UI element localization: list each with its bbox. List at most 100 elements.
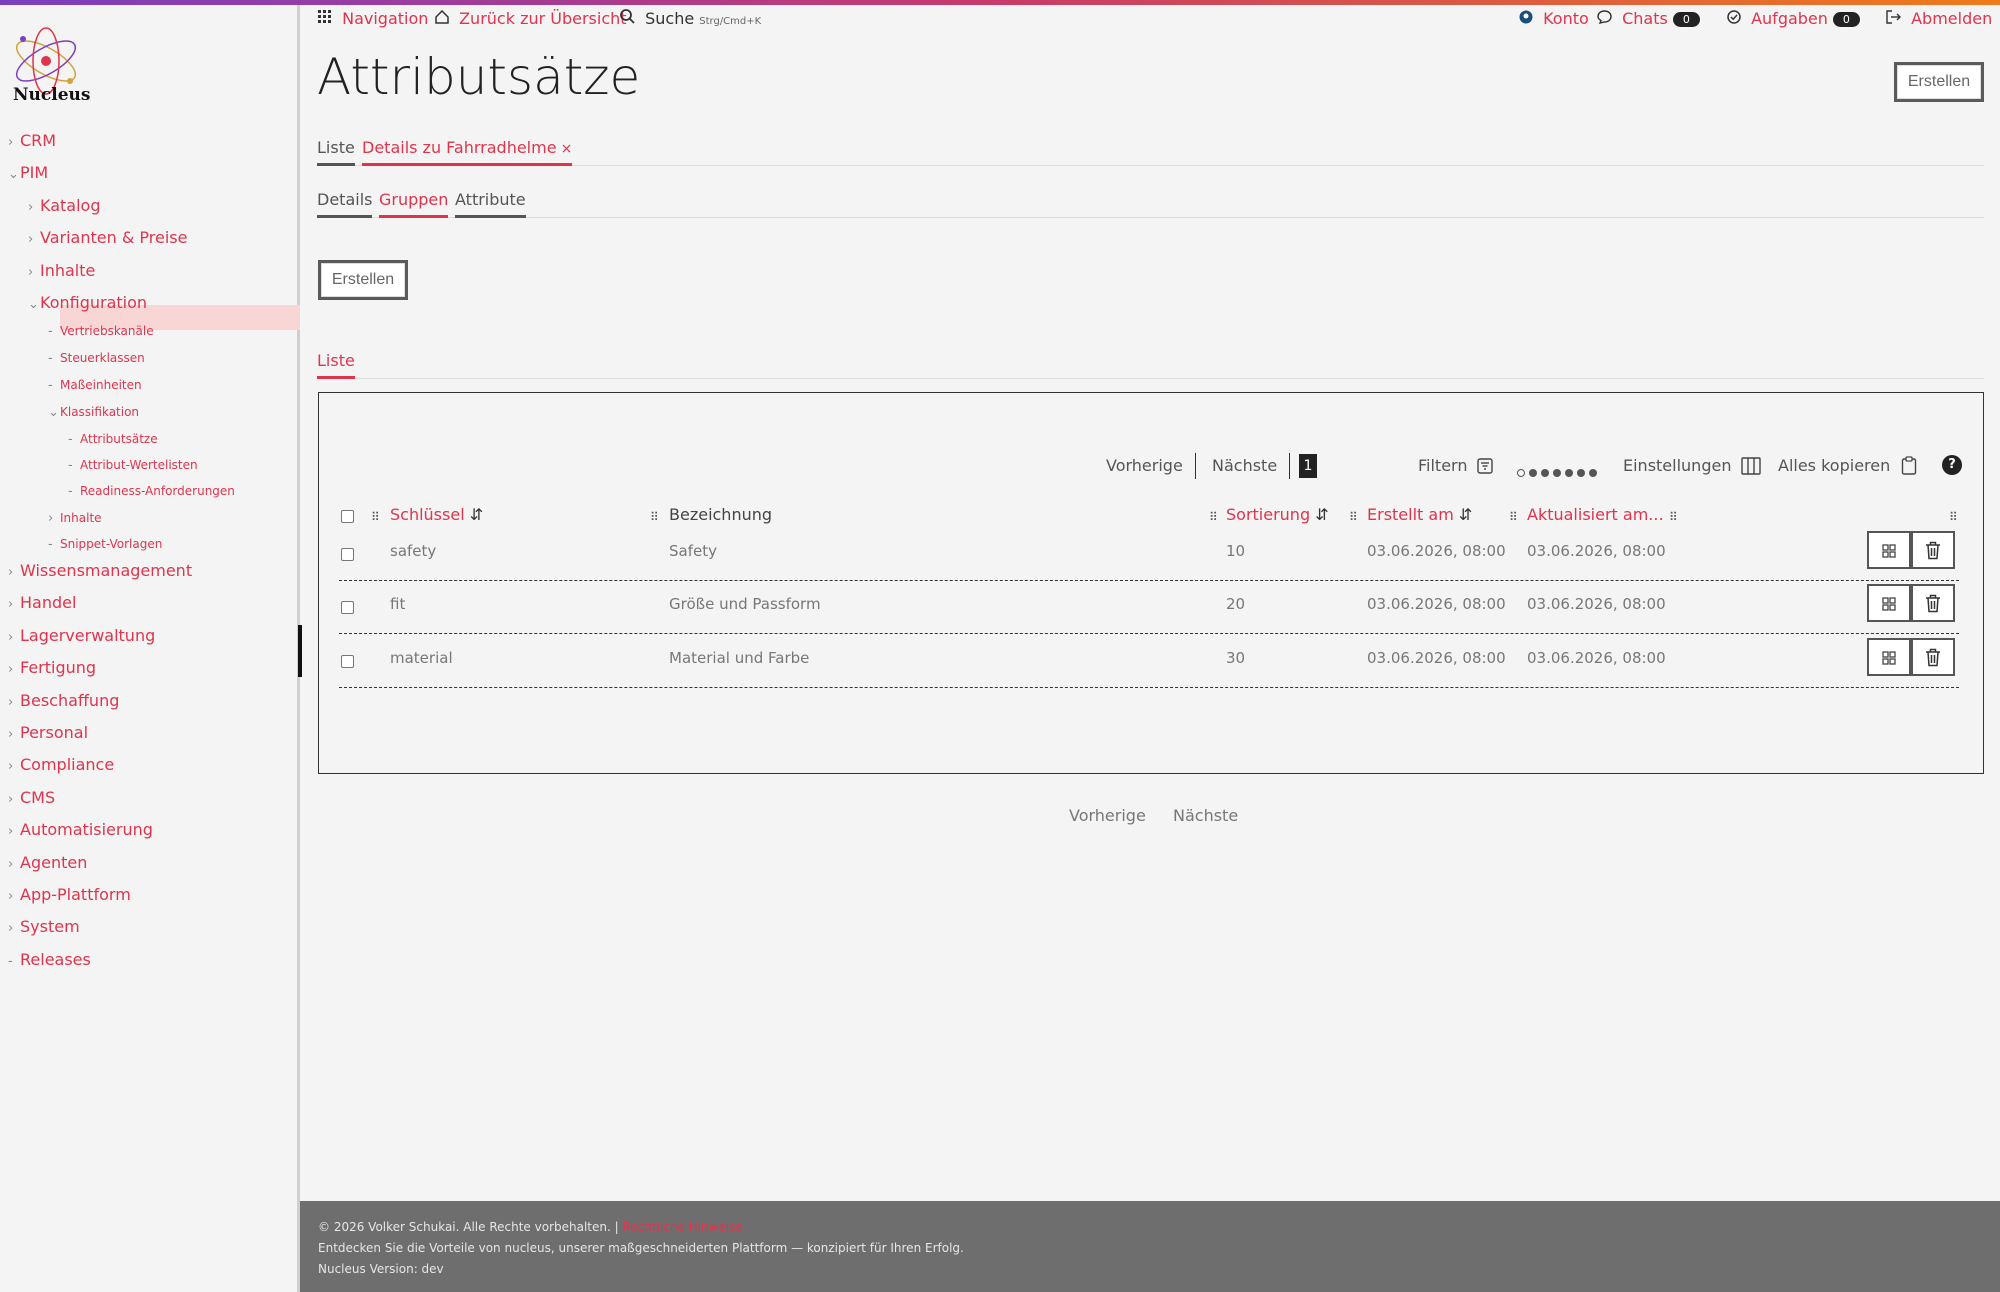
drag-handle-icon[interactable]: ⠿ bbox=[650, 510, 659, 524]
sidebar-item-katalog[interactable]: › Katalog bbox=[28, 196, 100, 215]
drag-handle-icon[interactable]: ⠿ bbox=[1669, 510, 1678, 524]
column-header-schluessel[interactable]: Schlüssel ⇵ bbox=[390, 505, 483, 524]
column-header-sortierung[interactable]: Sortierung ⇵ bbox=[1226, 505, 1329, 524]
delete-row-button[interactable] bbox=[1911, 584, 1955, 622]
sidebar-item-steuerklassen[interactable]: - Steuerklassen bbox=[48, 351, 145, 366]
copy-all-button[interactable]: Alles kopieren bbox=[1778, 456, 1917, 475]
row-checkbox[interactable] bbox=[341, 548, 354, 561]
open-row-button[interactable] bbox=[1867, 638, 1911, 676]
bottom-prev-page-button[interactable]: Vorherige bbox=[1069, 806, 1146, 825]
drag-handle-icon[interactable]: ⠿ bbox=[1209, 510, 1218, 524]
sidebar-item-klassifikation[interactable]: ⌄Klassifikation bbox=[48, 405, 139, 420]
sidebar-item-attributsaetze[interactable]: - Attributsätze bbox=[68, 432, 158, 447]
tasks-count-badge: 0 bbox=[1832, 12, 1860, 27]
tab-details-fahrradhelme[interactable]: Details zu Fahrradhelme × bbox=[362, 138, 573, 166]
sidebar: Nucleus › CRM ⌄PIM › Katalog › Varianten & … bbox=[0, 5, 302, 1292]
chevron-right-icon: › bbox=[8, 565, 14, 580]
delete-row-button[interactable] bbox=[1911, 638, 1955, 676]
sidebar-item-attribut-wertelisten[interactable]: - Attribut-Wertelisten bbox=[68, 458, 198, 473]
drag-handle-icon[interactable]: ⠿ bbox=[1949, 510, 1958, 524]
column-header-bezeichnung[interactable]: Bezeichnung bbox=[669, 505, 772, 524]
delete-row-button[interactable] bbox=[1911, 531, 1955, 569]
legal-link[interactable]: Rechtliche Hinweise bbox=[622, 1220, 742, 1234]
cell-key: safety bbox=[390, 542, 437, 560]
header-account-link[interactable]: Konto bbox=[1519, 9, 1589, 28]
header-back-link[interactable]: Zurück zur Übersicht bbox=[435, 9, 627, 28]
header-logout-link[interactable]: Abmelden bbox=[1886, 9, 1992, 28]
group-create-button[interactable]: Erstellen bbox=[318, 260, 408, 300]
cell-created: 03.06.2026, 08:00 bbox=[1367, 542, 1506, 560]
header-search[interactable]: Suche Strg/Cmd+K bbox=[620, 9, 761, 28]
tab-list[interactable]: Liste bbox=[317, 351, 355, 379]
drag-handle-icon[interactable]: ⠿ bbox=[1509, 510, 1518, 524]
select-all-checkbox[interactable] bbox=[341, 510, 354, 523]
settings-button[interactable]: Einstellungen bbox=[1623, 456, 1761, 475]
sidebar-item-personal[interactable]: › Personal bbox=[8, 723, 88, 742]
sidebar-item-system[interactable]: › System bbox=[8, 917, 80, 936]
cell-key: fit bbox=[390, 595, 406, 613]
sidebar-item-pim[interactable]: ⌄PIM bbox=[8, 163, 48, 182]
row-checkbox[interactable] bbox=[341, 655, 354, 668]
clipboard-icon bbox=[1902, 456, 1917, 475]
next-page-button[interactable]: Nächste bbox=[1212, 456, 1277, 475]
help-icon[interactable]: ? bbox=[1942, 455, 1962, 475]
chevron-right-icon: › bbox=[8, 921, 14, 936]
sidebar-item-vertriebskanaele[interactable]: - Vertriebskanäle bbox=[48, 324, 154, 339]
chats-count-badge: 0 bbox=[1672, 12, 1700, 27]
sidebar-item-wissensmanagement[interactable]: › Wissensmanagement bbox=[8, 561, 192, 580]
bottom-next-page-button[interactable]: Nächste bbox=[1173, 806, 1238, 825]
sidebar-item-cms[interactable]: › CMS bbox=[8, 788, 55, 807]
cell-updated: 03.06.2026, 08:00 bbox=[1527, 595, 1666, 613]
create-button[interactable]: Erstellen bbox=[1894, 62, 1984, 102]
sidebar-item-readiness[interactable]: - Readiness-Anforderungen bbox=[68, 484, 235, 499]
sidebar-item-app-plattform[interactable]: › App-Plattform bbox=[8, 885, 131, 904]
page-title: Attributsätze bbox=[317, 48, 641, 106]
cell-sort: 30 bbox=[1226, 649, 1246, 667]
sidebar-item-beschaffung[interactable]: › Beschaffung bbox=[8, 691, 119, 710]
sidebar-item-masseinheiten[interactable]: - Maßeinheiten bbox=[48, 378, 142, 393]
sidebar-item-releases[interactable]: - Releases bbox=[8, 950, 91, 969]
account-icon bbox=[1519, 9, 1538, 28]
prev-page-button[interactable]: Vorherige bbox=[1106, 456, 1183, 475]
top-accent-bar bbox=[0, 0, 2000, 5]
filter-button[interactable]: Filtern bbox=[1418, 456, 1493, 475]
header-navigation-link[interactable]: Navigation bbox=[318, 9, 428, 28]
sidebar-item-automatisierung[interactable]: › Automatisierung bbox=[8, 820, 153, 839]
header-tasks-link[interactable]: Aufgaben 0 bbox=[1727, 9, 1860, 28]
sidebar-item-handel[interactable]: › Handel bbox=[8, 593, 76, 612]
sidebar-item-agenten[interactable]: › Agenten bbox=[8, 853, 87, 872]
current-page-indicator[interactable]: 1 bbox=[1299, 454, 1317, 478]
tab-details[interactable]: Details bbox=[317, 190, 373, 218]
close-icon[interactable]: × bbox=[561, 141, 573, 157]
tab-attribute[interactable]: Attribute bbox=[455, 190, 526, 218]
sidebar-item-lagerverwaltung[interactable]: › Lagerverwaltung bbox=[8, 626, 155, 645]
sidebar-item-fertigung[interactable]: › Fertigung bbox=[8, 658, 96, 677]
logout-icon bbox=[1886, 9, 1906, 28]
sidebar-item-inhalte-konfig[interactable]: › Inhalte bbox=[48, 511, 102, 526]
sidebar-item-varianten[interactable]: › Varianten & Preise bbox=[28, 228, 187, 247]
chevron-right-icon: › bbox=[8, 597, 14, 612]
drag-handle-icon[interactable]: ⠿ bbox=[1349, 510, 1358, 524]
cell-name: Material und Farbe bbox=[669, 649, 810, 667]
row-checkbox[interactable] bbox=[341, 601, 354, 614]
dash-icon: - bbox=[48, 537, 53, 552]
drag-handle-icon[interactable]: ⠿ bbox=[371, 510, 380, 524]
sidebar-item-konfiguration[interactable]: ⌄Konfiguration bbox=[28, 293, 147, 312]
columns-icon bbox=[1740, 457, 1761, 475]
sidebar-resize-handle[interactable] bbox=[298, 625, 302, 677]
tab-gruppen[interactable]: Gruppen bbox=[379, 190, 449, 218]
list-tabs: Liste bbox=[317, 345, 1984, 379]
grid-open-icon bbox=[1882, 596, 1896, 611]
chevron-right-icon: › bbox=[8, 662, 14, 677]
tab-liste[interactable]: Liste bbox=[317, 138, 355, 166]
record-tabs: Liste Details zu Fahrradhelme × bbox=[317, 130, 1984, 166]
column-header-aktualisiert-am[interactable]: Aktualisiert am... bbox=[1527, 505, 1664, 524]
header-chats-link[interactable]: Chats 0 bbox=[1597, 9, 1700, 28]
sidebar-item-compliance[interactable]: › Compliance bbox=[8, 755, 114, 774]
open-row-button[interactable] bbox=[1867, 584, 1911, 622]
sidebar-item-snippet-vorlagen[interactable]: - Snippet-Vorlagen bbox=[48, 537, 162, 552]
sidebar-item-crm[interactable]: › CRM bbox=[8, 131, 56, 150]
open-row-button[interactable] bbox=[1867, 531, 1911, 569]
sidebar-item-inhalte[interactable]: › Inhalte bbox=[28, 261, 95, 280]
column-header-erstellt-am[interactable]: Erstellt am ⇵ bbox=[1367, 505, 1472, 524]
